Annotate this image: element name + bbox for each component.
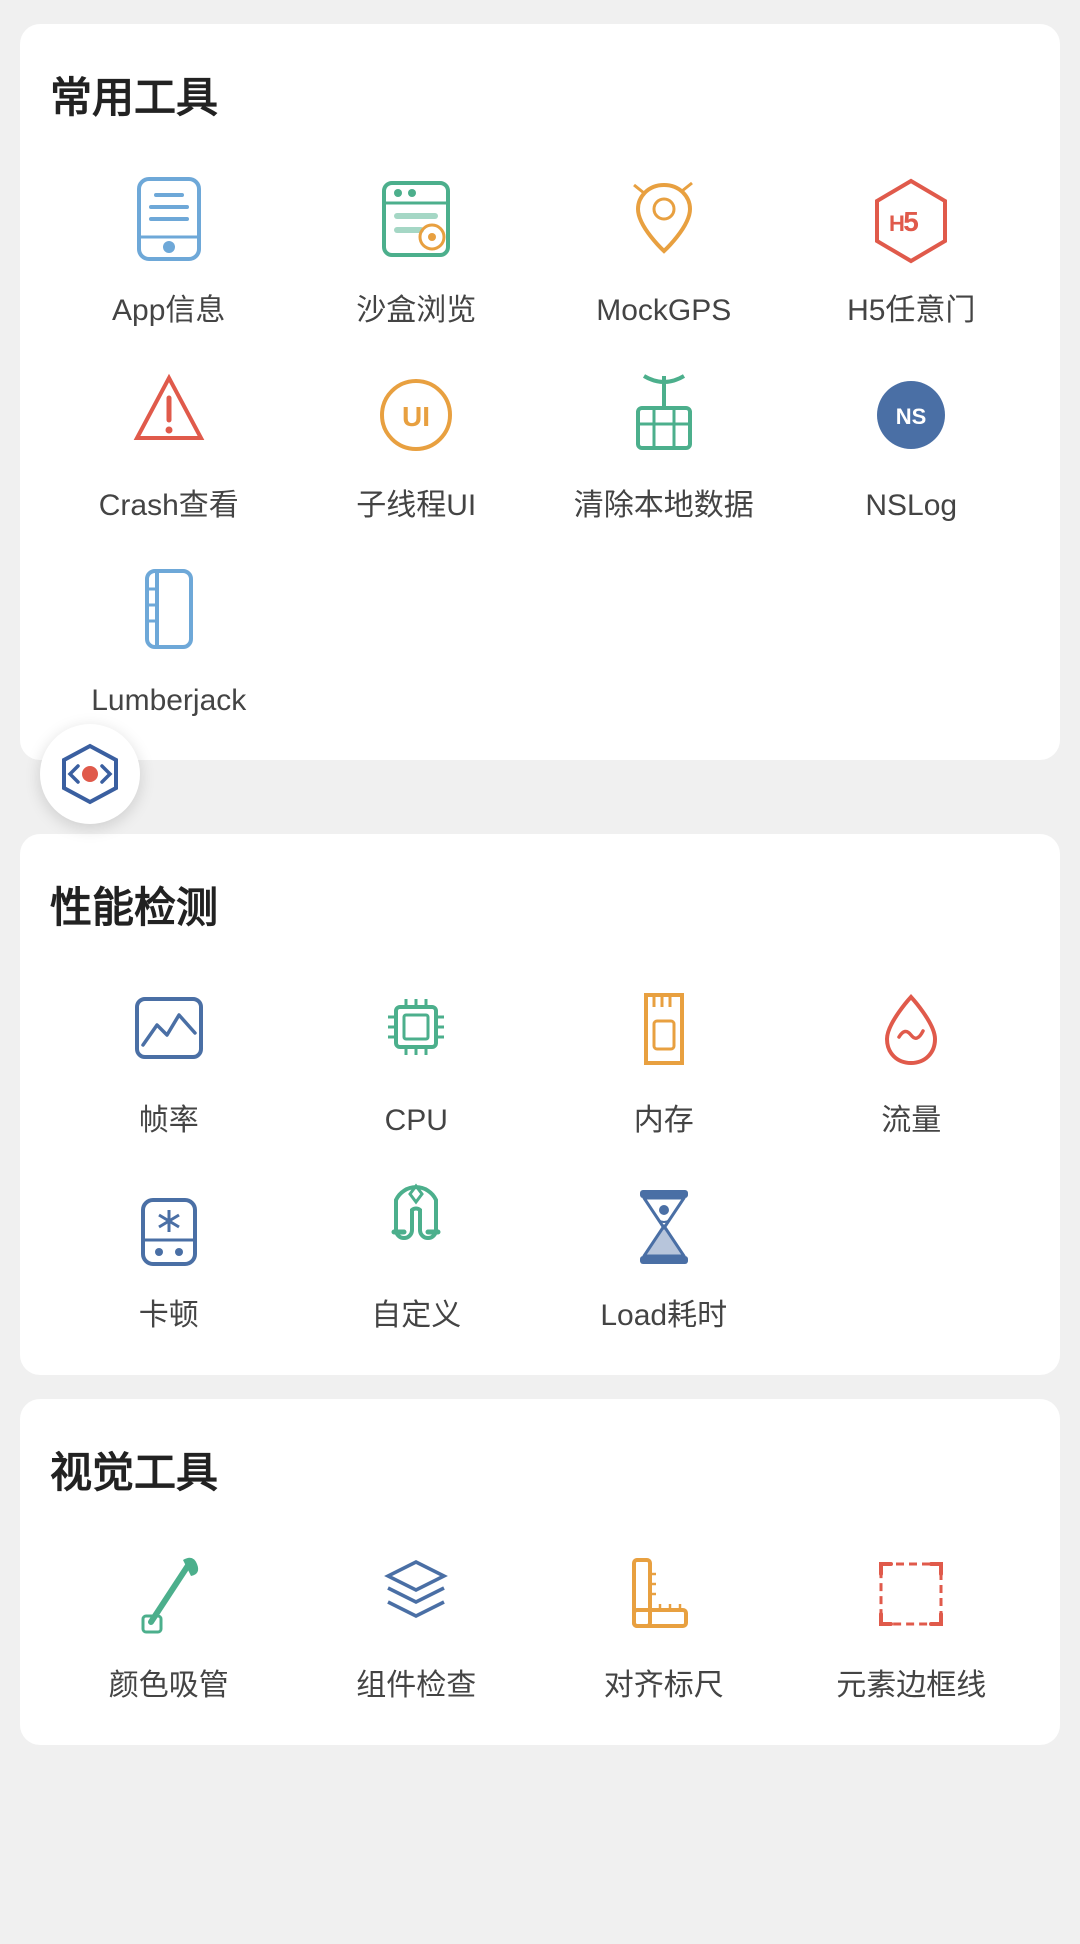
custom-icon — [361, 1170, 471, 1280]
sandbox-icon — [361, 165, 471, 275]
tool-crash[interactable]: Crash查看 — [50, 360, 288, 525]
component-inspect-label: 组件检查 — [356, 1666, 476, 1705]
float-badge-circle — [40, 724, 140, 824]
svg-text:5: 5 — [903, 206, 919, 237]
crash-label: Crash查看 — [99, 486, 239, 525]
section-perf-detect: 性能检测 帧率 — [20, 834, 1060, 1375]
float-badge[interactable] — [40, 724, 140, 824]
clear-data-icon — [609, 360, 719, 470]
nslog-label: NSLog — [865, 486, 957, 525]
lumberjack-label: Lumberjack — [91, 681, 246, 720]
common-tools-grid: App信息 沙盒浏览 — [50, 165, 1030, 720]
element-border-label: 元素边框线 — [836, 1666, 986, 1705]
tool-sandbox[interactable]: 沙盒浏览 — [298, 165, 536, 330]
align-ruler-label: 对齐标尺 — [604, 1666, 724, 1705]
subthread-ui-label: 子线程UI — [356, 486, 476, 525]
tool-align-ruler[interactable]: 对齐标尺 — [545, 1540, 783, 1705]
stutter-icon — [114, 1170, 224, 1280]
load-time-label: Load耗时 — [600, 1296, 727, 1335]
tool-cpu[interactable]: CPU — [298, 975, 536, 1140]
fps-icon — [114, 975, 224, 1085]
perf-tools-grid: 帧率 — [50, 975, 1030, 1335]
tool-memory[interactable]: 内存 — [545, 975, 783, 1140]
tool-custom[interactable]: 自定义 — [298, 1170, 536, 1335]
element-border-icon — [856, 1540, 966, 1650]
fps-label: 帧率 — [139, 1101, 199, 1140]
section-title-common: 常用工具 — [50, 64, 1030, 125]
tool-color-picker[interactable]: 颜色吸管 — [50, 1540, 288, 1705]
tool-stutter[interactable]: 卡顿 — [50, 1170, 288, 1335]
crash-icon — [114, 360, 224, 470]
color-picker-label: 颜色吸管 — [109, 1666, 229, 1705]
memory-label: 内存 — [634, 1101, 694, 1140]
mockgps-icon — [609, 165, 719, 275]
tool-app-info[interactable]: App信息 — [50, 165, 288, 330]
sandbox-label: 沙盒浏览 — [356, 291, 476, 330]
tool-subthread-ui[interactable]: UI 子线程UI — [298, 360, 536, 525]
traffic-icon — [856, 975, 966, 1085]
cpu-icon — [361, 975, 471, 1085]
memory-icon — [609, 975, 719, 1085]
app-info-label: App信息 — [112, 291, 225, 330]
cpu-label: CPU — [385, 1101, 448, 1140]
tool-component-inspect[interactable]: 组件检查 — [298, 1540, 536, 1705]
traffic-label: 流量 — [881, 1101, 941, 1140]
section-title-perf: 性能检测 — [50, 874, 1030, 935]
h5door-icon: 5 H — [856, 165, 966, 275]
stutter-label: 卡顿 — [139, 1296, 199, 1335]
tool-fps[interactable]: 帧率 — [50, 975, 288, 1140]
load-time-icon — [609, 1170, 719, 1280]
tool-traffic[interactable]: 流量 — [793, 975, 1031, 1140]
nslog-icon: NS — [856, 360, 966, 470]
app-info-icon — [114, 165, 224, 275]
section-visual-tools: 视觉工具 颜色吸管 — [20, 1399, 1060, 1745]
align-ruler-icon — [609, 1540, 719, 1650]
tool-nslog[interactable]: NS NSLog — [793, 360, 1031, 525]
clear-data-label: 清除本地数据 — [574, 486, 754, 525]
component-inspect-icon — [361, 1540, 471, 1650]
visual-tools-grid: 颜色吸管 组件检查 — [50, 1540, 1030, 1705]
color-picker-icon — [114, 1540, 224, 1650]
tool-mockgps[interactable]: MockGPS — [545, 165, 783, 330]
svg-text:NS: NS — [896, 404, 927, 429]
tool-load-time[interactable]: Load耗时 — [545, 1170, 783, 1335]
lumberjack-icon — [114, 555, 224, 665]
h5door-label: H5任意门 — [847, 291, 975, 330]
custom-label: 自定义 — [371, 1296, 461, 1335]
svg-text:H: H — [889, 211, 905, 236]
section-title-visual: 视觉工具 — [50, 1439, 1030, 1500]
tool-h5door[interactable]: 5 H H5任意门 — [793, 165, 1031, 330]
tool-clear-data[interactable]: 清除本地数据 — [545, 360, 783, 525]
svg-text:UI: UI — [402, 401, 430, 432]
page-wrapper: 常用工具 App信息 — [0, 24, 1080, 1745]
tool-element-border[interactable]: 元素边框线 — [793, 1540, 1031, 1705]
subthread-ui-icon: UI — [361, 360, 471, 470]
section-common-tools: 常用工具 App信息 — [20, 24, 1060, 760]
mockgps-label: MockGPS — [596, 291, 731, 330]
tool-lumberjack[interactable]: Lumberjack — [50, 555, 288, 720]
